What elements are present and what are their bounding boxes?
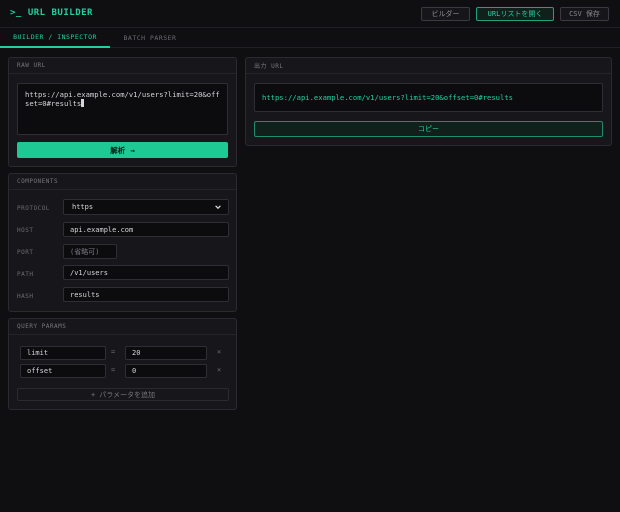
builder-button[interactable]: ビルダー	[421, 7, 470, 21]
parse-button-label: 解析	[110, 145, 126, 155]
path-input[interactable]: /v1/users	[63, 265, 229, 280]
protocol-value: https	[72, 203, 94, 211]
output-url-header: 出力 URL	[246, 58, 611, 74]
protocol-select[interactable]: https	[63, 199, 229, 215]
app-title: URL BUILDER	[27, 8, 93, 18]
chevron-down-icon	[215, 205, 221, 210]
path-label: PATH	[17, 271, 34, 278]
param-key-input[interactable]: offset	[20, 364, 106, 378]
host-label: HOST	[17, 227, 34, 234]
param-value-input[interactable]: 20	[125, 346, 207, 360]
add-parameter-button[interactable]: + パラメータを追加	[17, 388, 229, 401]
copy-button[interactable]: コピー	[254, 121, 603, 137]
tab-bar: BUILDER / INSPECTOR BATCH PARSER	[0, 28, 620, 48]
query-params-header: QUERY PARAMS	[9, 319, 236, 335]
output-url-text: https://api.example.com/v1/users?limit=2…	[262, 93, 513, 102]
query-params-panel: QUERY PARAMS limit = 20 × offset = 0 × +…	[8, 318, 237, 410]
remove-param-icon[interactable]: ×	[217, 348, 221, 356]
tab-builder-inspector[interactable]: BUILDER / INSPECTOR	[0, 28, 110, 48]
port-label: PORT	[17, 249, 34, 256]
equals-sign: =	[111, 348, 116, 356]
terminal-icon: >_	[10, 8, 22, 18]
output-url-box[interactable]: https://api.example.com/v1/users?limit=2…	[254, 83, 603, 112]
plus-icon: +	[90, 390, 96, 399]
components-panel: COMPONENTS PROTOCOL https HOST api.examp…	[8, 173, 237, 312]
parse-button[interactable]: 解析 →	[17, 142, 228, 158]
output-url-panel: 出力 URL https://api.example.com/v1/users?…	[245, 57, 612, 146]
raw-url-header: RAW URL	[9, 58, 236, 74]
raw-url-panel: RAW URL https://api.example.com/v1/users…	[8, 57, 237, 167]
top-bar: >_ URL BUILDER ビルダー URLリストを開く CSV 保存	[0, 0, 620, 28]
open-url-list-button[interactable]: URLリストを開く	[476, 7, 554, 21]
param-key-input[interactable]: limit	[20, 346, 106, 360]
app-logo: >_ URL BUILDER	[10, 8, 93, 18]
host-input[interactable]: api.example.com	[63, 222, 229, 237]
equals-sign: =	[111, 366, 116, 374]
csv-save-button[interactable]: CSV 保存	[560, 7, 609, 21]
remove-param-icon[interactable]: ×	[217, 366, 221, 374]
port-input[interactable]: (省略可)	[63, 244, 117, 259]
arrow-right-icon: →	[130, 145, 135, 155]
add-parameter-label: パラメータを追加	[99, 390, 155, 399]
text-cursor	[81, 99, 85, 107]
protocol-label: PROTOCOL	[17, 205, 50, 212]
hash-input[interactable]: results	[63, 287, 229, 302]
raw-url-text: https://api.example.com/v1/users?limit=2…	[25, 90, 220, 108]
tab-batch-parser[interactable]: BATCH PARSER	[112, 28, 188, 48]
hash-label: HASH	[17, 293, 34, 300]
raw-url-textarea[interactable]: https://api.example.com/v1/users?limit=2…	[17, 83, 228, 135]
param-value-input[interactable]: 0	[125, 364, 207, 378]
components-header: COMPONENTS	[9, 174, 236, 190]
